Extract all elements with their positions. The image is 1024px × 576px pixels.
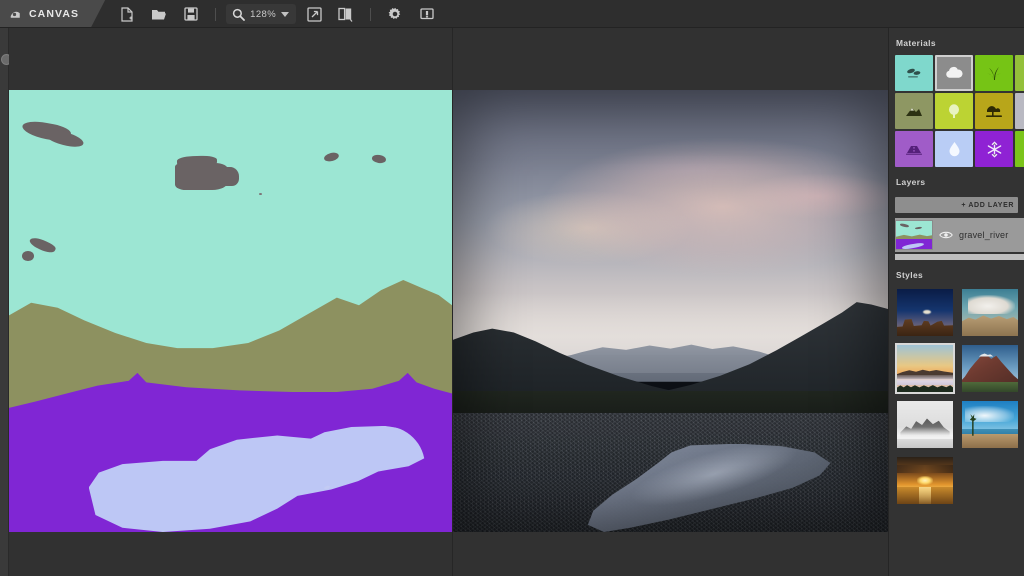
open-document-button[interactable] [146,3,172,25]
segmentation-map [9,90,452,532]
segment-cloud [221,167,240,186]
material-swatch-flower[interactable] [1015,131,1024,167]
style-art-highlight [922,309,931,314]
zoom-control[interactable]: 128% [226,4,297,24]
top-toolbar: CANVAS 128% [0,0,1024,28]
bush-icon [949,104,959,118]
style-thumbnail-monochrome-misty-mountain[interactable] [895,399,955,450]
zoom-level-value: 128% [250,8,277,20]
style-art-sun-reflection [919,487,931,504]
water-drop-icon [949,142,959,157]
layers-section-title: Layers [896,177,926,187]
grass-icon [987,66,1001,80]
toolbar-button-group: 128% [105,0,443,28]
style-art-cloud [897,465,953,473]
style-thumbnail-ocean-sunrise[interactable] [895,455,955,506]
style-thumbnail-tropical-beach-blue-sky[interactable] [960,399,1020,450]
folder-open-icon [152,10,167,20]
new-file-icon [121,6,133,22]
nvidia-eye-logo-icon [10,8,22,20]
style-art-fog [897,375,953,386]
material-swatch-rock[interactable] [1015,93,1024,129]
add-layer-label: + ADD LAYER [961,201,1014,209]
style-thumbnail-red-peak-alpine[interactable] [960,343,1020,394]
layer-thumb-cloud [900,223,910,228]
style-thumbnail-golden-sunset-fog[interactable] [895,343,955,394]
rendered-photo [453,90,888,532]
pebbles-icon [907,68,921,78]
rendered-output-canvas[interactable] [453,28,888,576]
tree-icon [986,106,1002,117]
new-document-button[interactable] [114,3,140,25]
style-art-sun [917,475,933,486]
snowflake-icon [987,141,1001,157]
material-swatch-tree[interactable] [975,93,1013,129]
style-art-sand [962,433,1018,448]
split-compare-icon [338,7,353,22]
chevron-down-icon[interactable] [281,11,290,17]
layer-list-item[interactable]: gravel_river [895,218,1024,252]
cloud-icon [946,66,963,78]
material-swatch-gravel[interactable] [895,55,933,91]
styles-section-title: Styles [896,270,924,280]
segmentation-canvas[interactable] [9,28,452,576]
layer-thumbnail [895,220,933,250]
material-swatch-bush[interactable] [935,93,973,129]
material-swatch-hill[interactable] [1015,55,1024,91]
style-art-base [897,438,953,448]
feedback-button[interactable] [414,3,440,25]
fit-to-screen-button[interactable] [301,3,327,25]
app-tab-label: CANVAS [29,7,80,20]
magnifier-icon [233,8,246,21]
gaugan-canvas-app: CANVAS 128% Materials Layers + ADD LAYER… [0,0,1024,576]
eye-visible-icon[interactable] [939,228,953,242]
left-panel-collapse-handle[interactable] [0,28,12,576]
segmentation-artboard[interactable] [9,90,452,532]
toolbar-divider-1 [215,7,217,21]
settings-button[interactable] [382,3,408,25]
app-tab-canvas[interactable]: CANVAS [0,0,105,27]
rendered-artboard[interactable] [453,90,888,532]
style-thumbnail-rocky-cliffs-daylight[interactable] [960,287,1020,338]
road-icon [906,146,922,155]
style-art-cloud [967,294,1015,315]
feedback-flag-icon [420,7,434,19]
split-view-button[interactable] [333,3,359,25]
expand-arrow-icon [306,6,322,22]
materials-section-title: Materials [896,38,936,48]
add-layer-button[interactable]: + ADD LAYER [895,197,1018,213]
save-document-button[interactable] [178,3,204,25]
floppy-save-icon [184,7,198,21]
layer-name-label: gravel_river [959,230,1009,240]
materials-grid [889,55,1024,167]
styles-grid [889,287,1024,506]
style-art-grass [962,381,1018,392]
material-swatch-snow[interactable] [975,131,1013,167]
right-side-panel: Materials Layers + ADD LAYER gravel_rive… [888,28,1024,576]
material-swatch-grass[interactable] [975,55,1013,91]
mountain-icon [906,108,922,116]
material-swatch-road[interactable] [895,131,933,167]
segment-cloud [175,162,229,191]
segment-cloud [22,251,34,262]
layer-thumb-cloud [915,226,923,230]
material-swatch-water[interactable] [935,131,973,167]
material-swatch-cloud[interactable] [935,55,973,91]
gear-icon [388,7,401,20]
canvas-workspace [9,28,888,576]
material-swatch-mountain[interactable] [895,93,933,129]
style-thumbnail-desert-mesa-night[interactable] [895,287,955,338]
toolbar-divider-2 [370,7,372,21]
